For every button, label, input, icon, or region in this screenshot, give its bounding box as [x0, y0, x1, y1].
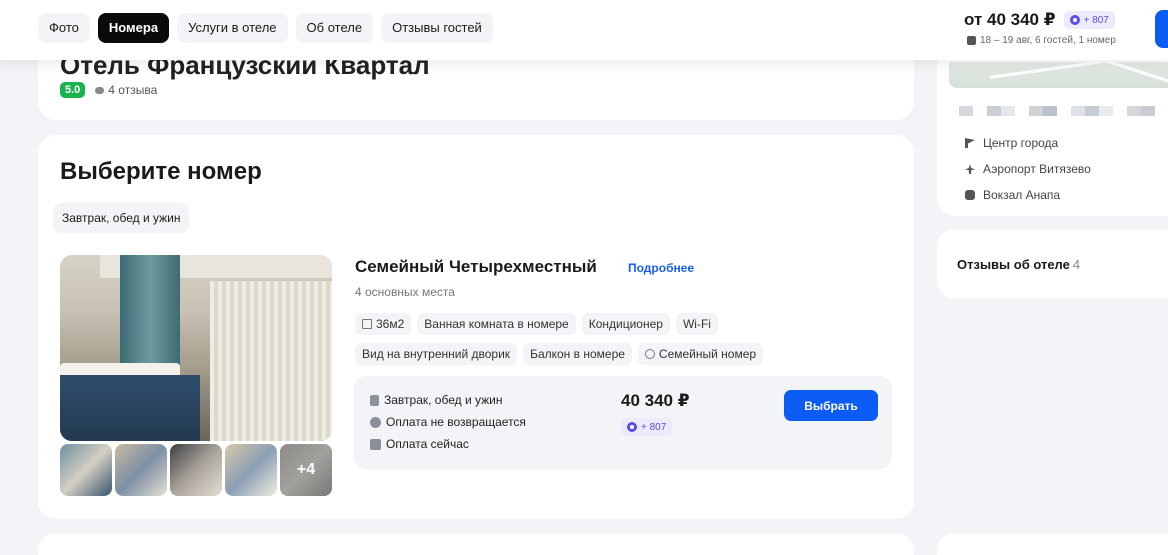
location-label: Центр города	[983, 136, 1059, 150]
location-city-center: Центр города	[965, 136, 1058, 150]
section-tabs: Фото Номера Услуги в отеле Об отеле Отзы…	[38, 13, 493, 43]
photo-thumbnail[interactable]	[170, 444, 222, 496]
bonus-value: + 807	[1083, 14, 1109, 26]
bonus-icon	[627, 422, 637, 432]
amenity-balcony: Балкон в номере	[523, 343, 632, 365]
rooms-section-title: Выберите номер	[60, 158, 262, 185]
card-icon	[370, 438, 381, 450]
select-room-button[interactable]: Выбрать	[784, 390, 878, 421]
area-icon	[362, 319, 372, 329]
photo-thumbnails: +4	[60, 444, 332, 496]
room-beds: 4 основных места	[355, 285, 455, 299]
header-price: от 40 340 ₽ + 807	[964, 10, 1115, 30]
rooms-card: Выберите номер Завтрак, обед и ужин +4 С…	[38, 135, 914, 519]
more-photos-thumbnail[interactable]: +4	[280, 444, 332, 496]
amenity-area: 36м2	[355, 313, 412, 335]
offer-bonus: + 807	[621, 416, 673, 436]
more-photos-count: +4	[296, 461, 316, 478]
header-bonus-badge: + 807	[1063, 11, 1115, 29]
location-station: Вокзал Анапа	[965, 188, 1060, 202]
reviews-heading: Отзывы об отеле 4	[957, 257, 1080, 272]
tab-services[interactable]: Услуги в отеле	[177, 13, 288, 43]
dates-guests: 18 – 19 авг, 6 гостей, 1 номер	[980, 35, 1116, 46]
tab-about[interactable]: Об отеле	[295, 13, 374, 43]
rating-badge: 5.0	[60, 82, 86, 98]
flag-icon	[965, 138, 975, 148]
next-card	[38, 533, 914, 555]
sticky-header: Фото Номера Услуги в отеле Об отеле Отзы…	[0, 0, 1168, 60]
amenities-row: Вид на внутренний дворик Балкон в номере…	[355, 343, 764, 365]
address-blurred	[959, 106, 1155, 116]
amenity-label: Семейный номер	[658, 347, 757, 361]
family-icon	[644, 349, 655, 359]
photo-thumbnail[interactable]	[60, 444, 112, 496]
photo-thumbnail[interactable]	[115, 444, 167, 496]
amenities-row: 36м2 Ванная комната в номере Кондиционер…	[355, 313, 718, 335]
location-label: Вокзал Анапа	[983, 188, 1061, 202]
reviews-link[interactable]: 4 отзыва	[95, 83, 157, 97]
amenity-family: Семейный номер	[637, 343, 764, 365]
location-label: Аэропорт Витязево	[983, 162, 1091, 176]
train-icon	[965, 190, 975, 200]
reviews-title: Отзывы об отеле	[957, 257, 1070, 272]
tab-rooms[interactable]: Номера	[97, 13, 170, 43]
offer-price: 40 340 ₽	[621, 391, 690, 410]
payment-condition: Оплата сейчас	[370, 437, 469, 451]
location-card: Центр города Аэропорт Витязево Вокзал Ан…	[937, 40, 1168, 216]
room-main-photo[interactable]	[60, 255, 332, 441]
tab-reviews[interactable]: Отзывы гостей	[381, 13, 493, 43]
amenity-bathroom: Ванная комната в номере	[417, 313, 576, 335]
photo-bed	[60, 375, 200, 441]
no-refund-icon	[370, 416, 381, 428]
location-airport: Аэропорт Витязево	[965, 162, 1091, 176]
photo-thumbnail[interactable]	[225, 444, 277, 496]
payment-label: Оплата сейчас	[386, 437, 469, 451]
amenity-wifi: Wi-Fi	[675, 313, 718, 335]
map-preview[interactable]	[949, 62, 1168, 88]
rating-row: 5.0 4 отзыва	[60, 82, 157, 98]
amenity-aircon: Кондиционер	[581, 313, 670, 335]
bonus-icon	[1069, 15, 1080, 25]
room-name: Семейный Четырехместный	[355, 257, 597, 276]
photo-curtain	[210, 255, 332, 441]
sidebar-next-card	[937, 533, 1168, 555]
comment-icon	[95, 87, 105, 94]
amenity-label: 36м2	[376, 317, 405, 331]
refund-condition: Оплата не возвращается	[370, 415, 526, 429]
fork-knife-icon	[370, 394, 379, 406]
meal-label: Завтрак, обед и ужин	[384, 393, 503, 407]
amenity-view: Вид на внутренний дворик	[355, 343, 518, 365]
meal-filter-chip[interactable]: Завтрак, обед и ужин	[53, 203, 190, 233]
booking-params[interactable]: 18 – 19 авг, 6 гостей, 1 номер	[967, 35, 1116, 46]
bonus-value: + 807	[641, 421, 667, 433]
refund-label: Оплата не возвращается	[386, 415, 526, 429]
header-select-button[interactable]	[1155, 10, 1168, 48]
bonus-badge: + 807	[621, 418, 673, 436]
plane-icon	[965, 164, 975, 174]
tab-photos[interactable]: Фото	[38, 13, 90, 43]
calendar-icon	[967, 36, 976, 45]
reviews-total: 4	[1072, 257, 1081, 272]
reviews-count: 4 отзыва	[108, 83, 158, 97]
price-from: от 40 340 ₽	[964, 10, 1056, 29]
meal-condition: Завтрак, обед и ужин	[370, 393, 502, 407]
room-details-link[interactable]: Подробнее	[628, 261, 694, 275]
reviews-card[interactable]: Отзывы об отеле 4	[937, 229, 1168, 299]
rate-offer: Завтрак, обед и ужин Оплата не возвращае…	[354, 376, 892, 469]
